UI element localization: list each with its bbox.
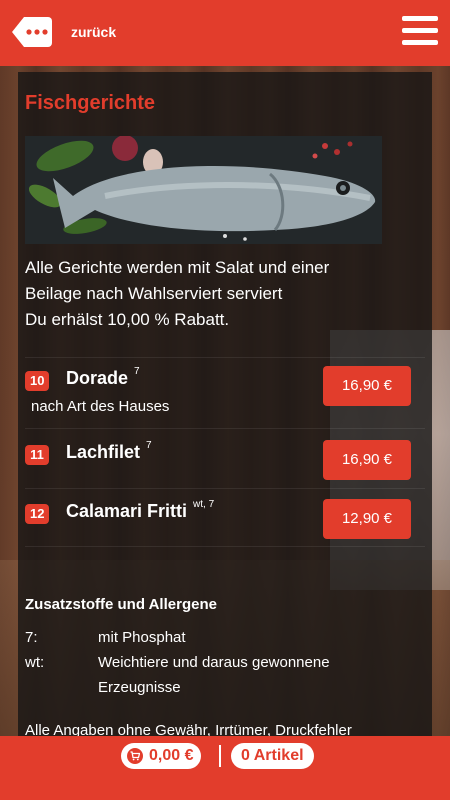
price-button[interactable]: 16,90 €: [323, 440, 411, 480]
item-description: nach Art des Hauses: [31, 398, 170, 415]
cart-footer: 0,00 € 0 Artikel: [0, 736, 450, 800]
allergens-title: Zusatzstoffe und Allergene: [25, 596, 217, 613]
price-button[interactable]: 16,90 €: [323, 366, 411, 406]
item-allergen-superscript: wt, 7: [193, 499, 215, 510]
footer-separator: [219, 745, 221, 767]
article-count-button[interactable]: 0 Artikel: [231, 743, 314, 769]
item-name-text: Lachfilet: [66, 442, 141, 462]
allergen-text: Weichtiere und daraus gewonnene Erzeugni…: [98, 654, 330, 696]
intro-line: Beilage nach Wahlserviert serviert: [25, 284, 283, 303]
divider: [25, 428, 425, 429]
item-name-text: Calamari Fritti: [66, 501, 188, 521]
allergen-code: wt:: [25, 654, 45, 671]
disclaimer-text: Alle Angaben ohne Gewähr, Irrtümer, Druc…: [25, 722, 352, 736]
back-arrow-icon: [12, 17, 52, 47]
item-allergen-superscript: 7: [146, 440, 152, 451]
menu-panel: Fischgerichte Alle Gerichte werden mit S…: [18, 72, 432, 736]
item-number-badge: 12: [25, 504, 50, 524]
section-intro: Alle Gerichte werden mit Salat und einer…: [25, 255, 425, 333]
item-allergen-superscript: 7: [134, 366, 140, 377]
divider: [25, 546, 425, 547]
intro-line: Du erhälst 10,00 % Rabatt.: [25, 310, 230, 329]
cart-total-button[interactable]: 0,00 €: [121, 743, 202, 769]
divider: [25, 488, 425, 489]
price-button[interactable]: 12,90 €: [323, 499, 411, 539]
divider: [25, 357, 425, 358]
item-name: Lachfilet 7: [66, 440, 152, 463]
item-number-badge: 10: [25, 371, 50, 391]
item-number-badge: 11: [25, 445, 49, 465]
item-name-text: Dorade: [66, 368, 129, 388]
fish-dish-image: [25, 136, 382, 244]
section-title: Fischgerichte: [25, 92, 156, 114]
intro-line: Alle Gerichte werden mit Salat und einer: [25, 258, 330, 277]
item-name: Dorade 7: [66, 366, 140, 389]
allergen-text: mit Phosphat: [98, 629, 186, 646]
hamburger-menu-icon[interactable]: [402, 16, 438, 48]
back-label[interactable]: zurück: [71, 24, 116, 40]
item-name: Calamari Fritti wt, 7: [66, 499, 215, 522]
app-header: zurück: [0, 0, 450, 66]
allergen-code: 7:: [25, 629, 38, 646]
back-button[interactable]: [12, 17, 52, 47]
cart-total: 0,00 €: [149, 747, 194, 764]
shopping-cart-icon: [127, 748, 143, 764]
